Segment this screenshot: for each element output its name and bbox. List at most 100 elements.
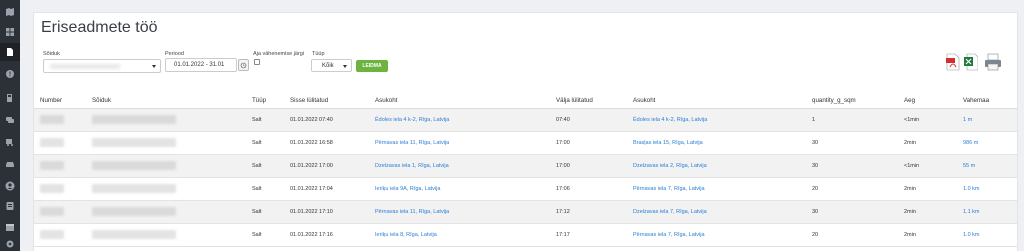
header-switched-on[interactable]: Sisse lülitatud xyxy=(284,94,369,109)
chevron-down-icon xyxy=(343,65,347,68)
location-end-link[interactable]: Ēdoles iela 4 k-2, Rīga, Latvija xyxy=(633,117,707,123)
cell-type: Salt xyxy=(246,108,284,132)
redacted-vehicle xyxy=(92,138,176,147)
location-end-link[interactable]: Dzelzavas iela 7, Rīga, Latvija xyxy=(633,209,707,215)
cell-quantity: 30 xyxy=(806,131,898,155)
cell-type: Salt xyxy=(246,154,284,178)
cell-switched-on: 01.01.2022 17:16 xyxy=(284,223,369,247)
distance-link[interactable]: 55 m xyxy=(963,163,975,169)
calendar-icon xyxy=(240,62,247,69)
redacted-number xyxy=(40,138,64,147)
cell-switched-off: 17:12 xyxy=(550,200,627,224)
cell-switched-on: 01.01.2022 17:00 xyxy=(284,154,369,178)
table-row: Salt 01.01.2022 17:00 Dzelzavas iela 1, … xyxy=(34,154,1017,178)
redacted-vehicle xyxy=(92,184,176,193)
dashboard-icon[interactable] xyxy=(4,26,16,38)
header-quantity[interactable]: quantity_g_sqm xyxy=(806,94,898,109)
cell-switched-off: 17:00 xyxy=(550,154,627,178)
cell-type: Salt xyxy=(246,177,284,201)
special-devices-table: Number Sõiduk Tüüp Sisse lülitatud Asuko… xyxy=(34,94,1017,247)
settings-icon[interactable] xyxy=(4,238,16,250)
cell-vehicle xyxy=(86,200,246,224)
redacted-number xyxy=(40,115,64,124)
period-input[interactable]: 01.01.2022 - 31.01 xyxy=(165,58,237,72)
header-vehicle[interactable]: Sõiduk xyxy=(86,94,246,109)
cell-number xyxy=(34,131,86,155)
cell-time: 2min xyxy=(898,131,957,155)
header-time[interactable]: Aeg xyxy=(898,94,957,109)
id-card-icon[interactable] xyxy=(4,200,16,212)
cell-quantity: 20 xyxy=(806,223,898,247)
cell-number xyxy=(34,177,86,201)
location-start-link[interactable]: Ēdoles iela 4 k-2, Rīga, Latvija xyxy=(375,117,449,123)
cell-switched-off: 17:17 xyxy=(550,223,627,247)
vehicle-select[interactable] xyxy=(43,59,161,73)
calendar-button[interactable] xyxy=(238,59,249,71)
distance-link[interactable]: 1.1 km xyxy=(963,209,980,215)
cell-switched-on: 01.01.2022 17:04 xyxy=(284,177,369,201)
distance-link[interactable]: 1.0 km xyxy=(963,186,980,192)
distance-link[interactable]: 1.0 km xyxy=(963,232,980,238)
alert-icon[interactable] xyxy=(4,68,16,80)
vehicle-label: Sõiduk xyxy=(43,51,60,57)
header-switched-off[interactable]: Välja lülitatud xyxy=(550,94,627,109)
header-distance[interactable]: Vahemaa xyxy=(957,94,1017,109)
cell-vehicle xyxy=(86,108,246,132)
period-label: Periood xyxy=(165,51,184,57)
cell-switched-off: 07:40 xyxy=(550,108,627,132)
cell-number xyxy=(34,108,86,132)
cell-switched-on: 01.01.2022 07:40 xyxy=(284,108,369,132)
header-number[interactable]: Number xyxy=(34,94,86,109)
document-icon[interactable] xyxy=(0,43,20,61)
cell-quantity: 1 xyxy=(806,108,898,132)
cell-time: 2min xyxy=(898,200,957,224)
cell-time: <1min xyxy=(898,108,957,132)
cell-time: 2min xyxy=(898,177,957,201)
location-end-link[interactable]: Brasļas iela 15, Rīga, Latvija xyxy=(633,140,703,146)
cell-vehicle xyxy=(86,131,246,155)
distance-link[interactable]: 1 m xyxy=(963,117,972,123)
header-location-start[interactable]: Asukoht xyxy=(369,94,550,109)
location-start-link[interactable]: Ieriķu iela 9A, Rīga, Latvija xyxy=(375,186,440,192)
cell-switched-on: 01.01.2022 16:58 xyxy=(284,131,369,155)
calendar-icon[interactable] xyxy=(4,221,16,233)
location-end-link[interactable]: Pērnavas iela 7, Rīga, Latvija xyxy=(633,232,705,238)
location-start-link[interactable]: Ieriķu iela 8, Rīga, Latvija xyxy=(375,232,437,238)
by-duration-label: Aja vähenemise järgi xyxy=(253,51,305,57)
cell-time: <1min xyxy=(898,154,957,178)
header-location-end[interactable]: Asukoht xyxy=(627,94,806,109)
table-row: Salt 01.01.2022 07:40 Ēdoles iela 4 k-2,… xyxy=(34,108,1017,132)
pdf-export-icon[interactable] xyxy=(946,53,960,71)
search-button[interactable]: LEIDMA xyxy=(356,60,388,72)
car-icon[interactable] xyxy=(4,158,16,170)
cell-number xyxy=(34,154,86,178)
redacted-number xyxy=(40,161,64,170)
type-select[interactable]: Kõik xyxy=(311,59,352,72)
type-label: Tüüp xyxy=(312,51,325,57)
map-icon[interactable] xyxy=(4,6,16,18)
cell-switched-off: 17:06 xyxy=(550,177,627,201)
trailer-icon[interactable] xyxy=(4,136,16,148)
print-icon[interactable] xyxy=(984,53,1002,71)
by-duration-checkbox[interactable] xyxy=(254,59,260,65)
chat-icon[interactable] xyxy=(4,114,16,126)
location-end-link[interactable]: Dzelzavas iela 2, Rīga, Latvija xyxy=(633,163,707,169)
cell-vehicle xyxy=(86,154,246,178)
redacted-vehicle xyxy=(92,207,176,216)
page-title: Eriseadmete töö xyxy=(41,19,158,36)
user-icon[interactable] xyxy=(4,180,16,192)
cell-number xyxy=(34,200,86,224)
fuel-icon[interactable] xyxy=(4,92,16,104)
location-start-link[interactable]: Dzelzavas iela 1, Rīga, Latvija xyxy=(375,163,449,169)
excel-export-icon[interactable] xyxy=(964,53,979,71)
cell-switched-on: 01.01.2022 17:10 xyxy=(284,200,369,224)
redacted-vehicle xyxy=(92,230,176,239)
cell-type: Salt xyxy=(246,131,284,155)
cell-number xyxy=(34,223,86,247)
location-start-link[interactable]: Pērnavas iela 11, Rīga, Latvija xyxy=(375,209,449,215)
header-type[interactable]: Tüüp xyxy=(246,94,284,109)
table-row: Salt 01.01.2022 17:10 Pērnavas iela 11, … xyxy=(34,200,1017,224)
location-end-link[interactable]: Pērnavas iela 7, Rīga, Latvija xyxy=(633,186,705,192)
distance-link[interactable]: 986 m xyxy=(963,140,978,146)
location-start-link[interactable]: Pērnavas iela 11, Rīga, Latvija xyxy=(375,140,449,146)
